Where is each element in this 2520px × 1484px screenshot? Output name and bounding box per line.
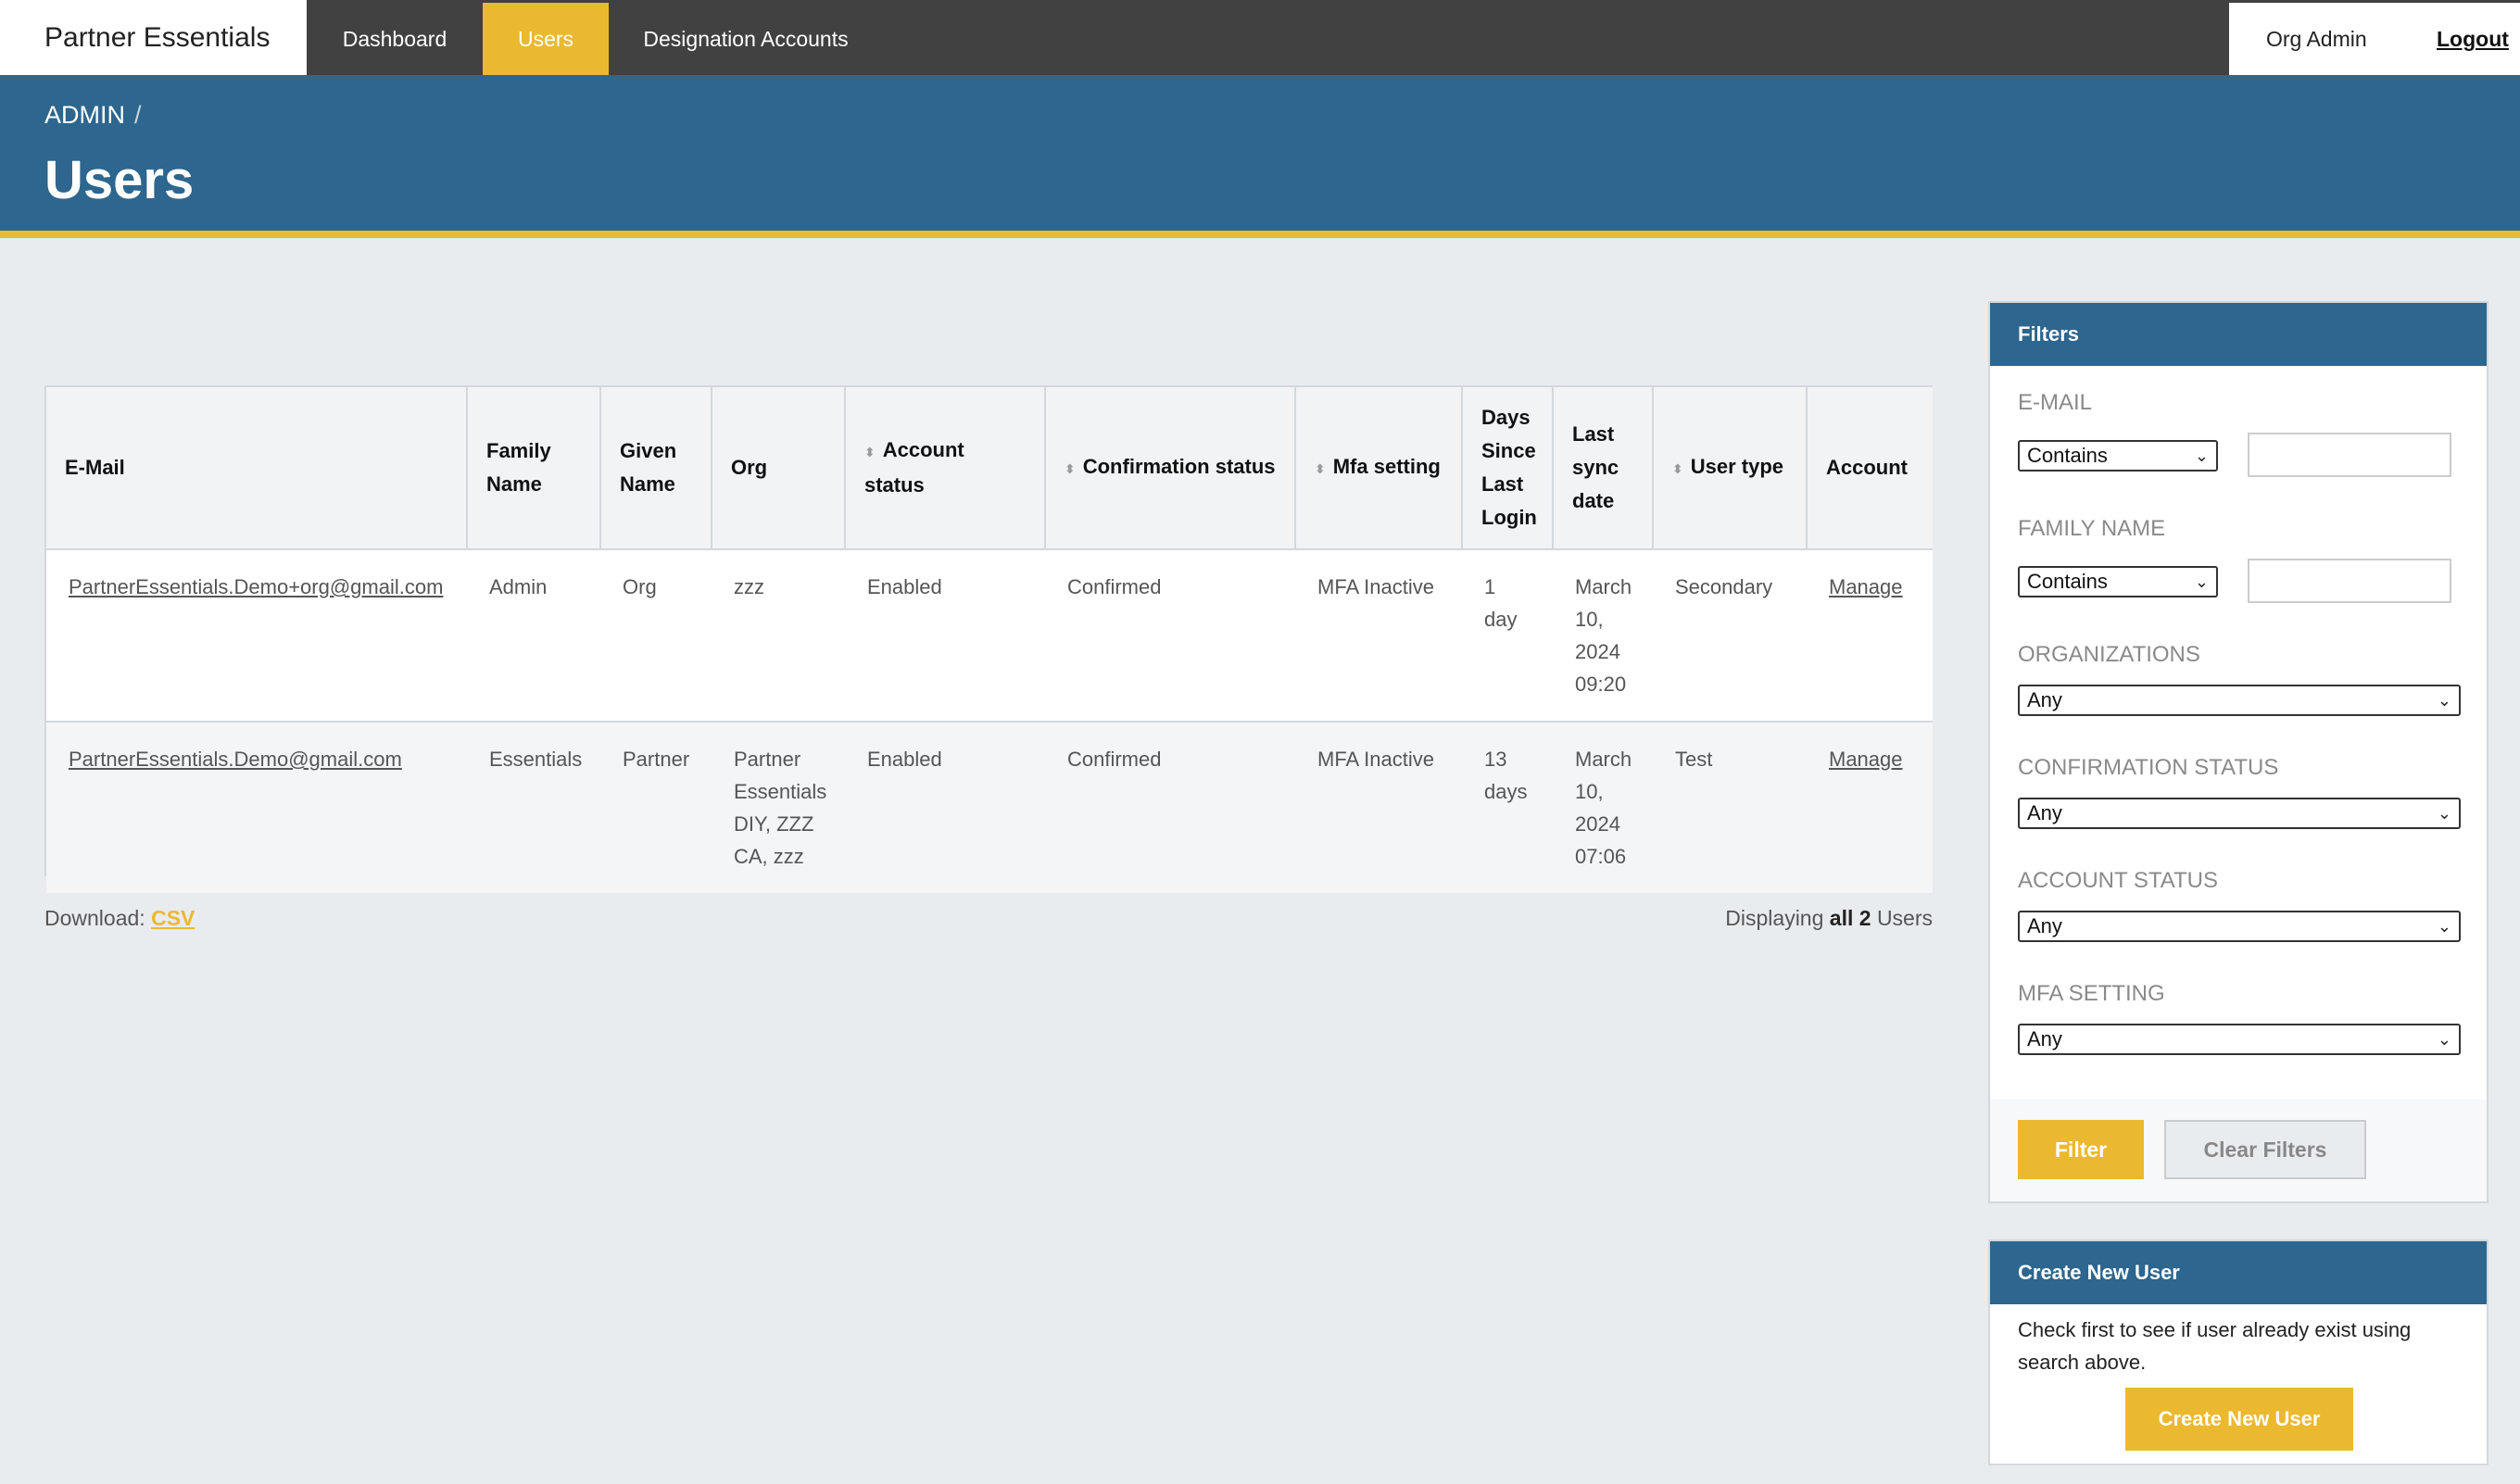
chevron-down-icon: ⌄ <box>2437 804 2451 823</box>
sort-icon: ⬍ <box>1315 461 1326 476</box>
cell-family-name: Essentials <box>489 748 583 771</box>
cell-mfa-setting: MFA Inactive <box>1295 549 1462 723</box>
cell-last-sync: March 10, 2024 07:06 <box>1575 748 1632 868</box>
mfa-setting-select[interactable]: Any ⌄ <box>2018 1024 2461 1055</box>
filters-title: Filters <box>1990 303 2487 366</box>
email-match-select[interactable]: Contains ⌄ <box>2018 440 2218 472</box>
col-mfa-setting[interactable]: ⬍ Mfa setting <box>1295 387 1463 550</box>
cell-last-sync: March 10, 2024 09:20 <box>1553 549 1653 723</box>
mfa-setting-filter-label: MFA SETTING <box>2018 981 2165 1006</box>
email-filter-input[interactable] <box>2248 433 2451 477</box>
org-admin-link[interactable]: Org Admin <box>2266 3 2367 75</box>
cell-account-status: Enabled <box>867 748 942 771</box>
cell-org: zzz <box>712 549 845 723</box>
nav-dashboard[interactable]: Dashboard <box>307 3 483 75</box>
chevron-down-icon: ⌄ <box>2437 917 2451 936</box>
create-user-hint: Check first to see if user already exist… <box>2018 1318 2412 1374</box>
confirmation-status-select[interactable]: Any ⌄ <box>2018 798 2461 829</box>
col-org: Org <box>712 387 846 550</box>
sort-icon: ⬍ <box>864 445 876 459</box>
family-name-filter-input[interactable] <box>2248 559 2451 603</box>
cell-days-since-login: 13 days <box>1484 748 1528 803</box>
logout-link[interactable]: Logout <box>2437 3 2509 75</box>
cell-given-name: Partner <box>623 748 690 771</box>
breadcrumb: ADMIN / <box>44 101 142 130</box>
cell-account-status: Enabled <box>845 549 1045 723</box>
col-last-sync: Last sync date <box>1553 387 1654 550</box>
account-status-select[interactable]: Any ⌄ <box>2018 911 2461 942</box>
page-header: ADMIN / Users <box>0 75 2520 238</box>
manage-link[interactable]: Manage <box>1829 748 1903 771</box>
family-name-filter-label: FAMILY NAME <box>2018 516 2166 541</box>
family-name-match-select[interactable]: Contains ⌄ <box>2018 566 2218 597</box>
table-row: PartnerEssentials.Demo@gmail.com Essenti… <box>46 722 1933 893</box>
col-user-type[interactable]: ⬍ User type <box>1653 387 1808 550</box>
table-header-row: E-Mail Family Name Given Name Org ⬍ Accou… <box>46 387 1933 550</box>
col-account-status[interactable]: ⬍ Account status <box>845 387 1046 550</box>
cell-given-name: Org <box>600 549 712 723</box>
confirmation-status-filter-label: CONFIRMATION STATUS <box>2018 755 2279 780</box>
top-navbar: Partner Essentials Dashboard Users Desig… <box>0 0 2520 75</box>
results-count-value: all 2 <box>1829 906 1871 930</box>
filter-button[interactable]: Filter <box>2018 1120 2144 1179</box>
clear-filters-button[interactable]: Clear Filters <box>2164 1120 2366 1179</box>
page-title: Users <box>44 150 195 210</box>
sort-icon: ⬍ <box>1065 461 1076 476</box>
col-account: Account <box>1807 387 1933 550</box>
email-link[interactable]: PartnerEssentials.Demo@gmail.com <box>69 748 402 771</box>
chevron-down-icon: ⌄ <box>2437 1030 2451 1049</box>
table-row: PartnerEssentials.Demo+org@gmail.com Adm… <box>46 549 1933 723</box>
account-status-filter-label: ACCOUNT STATUS <box>2018 868 2219 893</box>
nav-designation-accounts[interactable]: Designation Accounts <box>609 3 883 75</box>
col-days-since-login: Days Since Last Login <box>1462 387 1554 550</box>
organizations-select[interactable]: Any ⌄ <box>2018 685 2461 716</box>
create-new-user-button[interactable]: Create New User <box>2125 1388 2353 1451</box>
chevron-down-icon: ⌄ <box>2437 691 2451 710</box>
manage-link[interactable]: Manage <box>1829 575 1903 598</box>
col-confirmation-status[interactable]: ⬍ Confirmation status <box>1045 387 1296 550</box>
sort-icon: ⬍ <box>1672 461 1683 476</box>
cell-days-since-login: 1 day <box>1462 549 1553 723</box>
cell-family-name: Admin <box>467 549 600 723</box>
nav-users[interactable]: Users <box>483 3 609 75</box>
cell-org: Partner Essentials DIY, ZZZ CA, zzz <box>734 748 827 868</box>
col-given-name: Given Name <box>600 387 712 550</box>
cell-user-type: Test <box>1675 748 1713 771</box>
create-user-title: Create New User <box>1990 1241 2487 1304</box>
user-menu: Org Admin Logout <box>2229 3 2520 75</box>
organizations-filter-label: ORGANIZATIONS <box>2018 642 2200 667</box>
col-email: E-Mail <box>46 387 468 550</box>
email-filter-label: E-MAIL <box>2018 390 2093 415</box>
users-table: E-Mail Family Name Given Name Org ⬍ Accou… <box>44 385 1933 893</box>
cell-confirmation-status: Confirmed <box>1067 748 1162 771</box>
email-link[interactable]: PartnerEssentials.Demo+org@gmail.com <box>69 575 443 598</box>
download-bar: Download: CSV <box>44 906 195 931</box>
col-family-name: Family Name <box>467 387 601 550</box>
chevron-down-icon: ⌄ <box>2194 446 2209 465</box>
csv-download-link[interactable]: CSV <box>151 906 195 930</box>
breadcrumb-admin[interactable]: ADMIN <box>44 101 125 129</box>
results-count: Displaying all 2 Users <box>1725 906 1933 930</box>
breadcrumb-separator: / <box>134 101 142 129</box>
cell-mfa-setting: MFA Inactive <box>1317 748 1434 771</box>
cell-confirmation-status: Confirmed <box>1045 549 1295 723</box>
brand-logo[interactable]: Partner Essentials <box>0 0 307 75</box>
cell-user-type: Secondary <box>1653 549 1807 723</box>
download-label: Download: <box>44 906 145 930</box>
create-user-panel: Create New User Check first to see if us… <box>1988 1239 2488 1465</box>
chevron-down-icon: ⌄ <box>2194 572 2209 591</box>
filters-panel: Filters E-MAIL Contains ⌄ FAMILY NAME Con… <box>1988 301 2488 1203</box>
